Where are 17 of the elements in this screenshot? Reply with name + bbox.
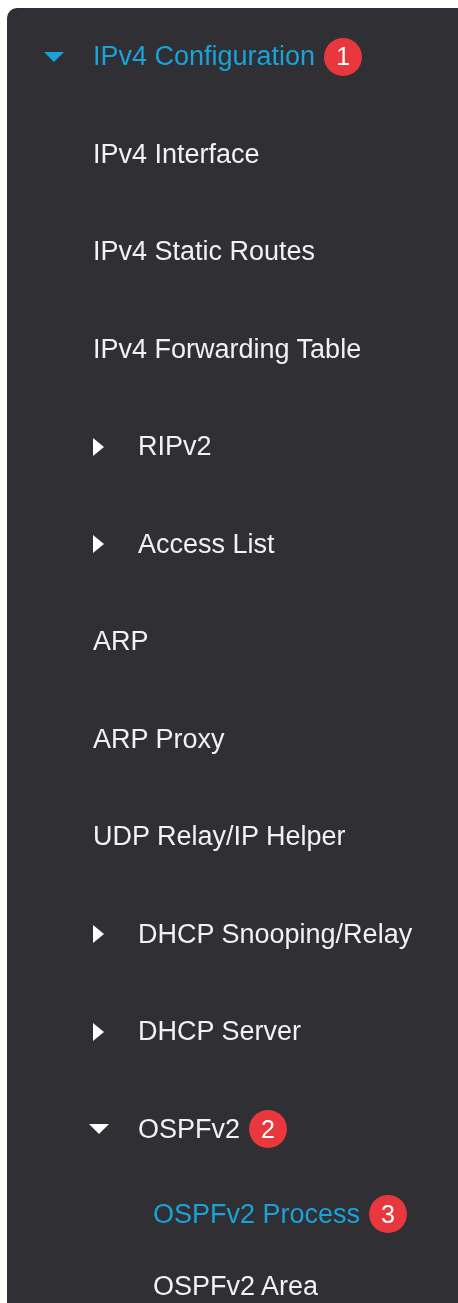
menu-item[interactable]: ARP — [93, 626, 149, 658]
menu-item[interactable]: UDP Relay/IP Helper — [93, 821, 346, 853]
step-badge: 2 — [249, 1110, 288, 1149]
menu-group[interactable]: OSPFv2 — [138, 1113, 241, 1145]
menu-group[interactable]: DHCP Server — [138, 1016, 302, 1048]
menu-item[interactable]: IPv4 Static Routes — [93, 236, 316, 268]
menu-item[interactable]: OSPFv2 Process — [153, 1198, 361, 1230]
menu-item[interactable]: IPv4 Forwarding Table — [93, 333, 362, 365]
menu-item[interactable]: OSPFv2 Area — [153, 1270, 319, 1302]
step-badge: 3 — [369, 1195, 408, 1233]
menu-item[interactable]: ARP Proxy — [93, 723, 225, 755]
menu-group[interactable]: IPv4 Configuration — [93, 41, 316, 73]
step-badge: 1 — [324, 37, 363, 76]
menu-item[interactable]: IPv4 Interface — [93, 138, 260, 170]
menu-group[interactable]: DHCP Snooping/Relay — [138, 918, 413, 950]
menu-group[interactable]: Access List — [138, 528, 275, 560]
menu-group[interactable]: RIPv2 — [138, 431, 212, 463]
